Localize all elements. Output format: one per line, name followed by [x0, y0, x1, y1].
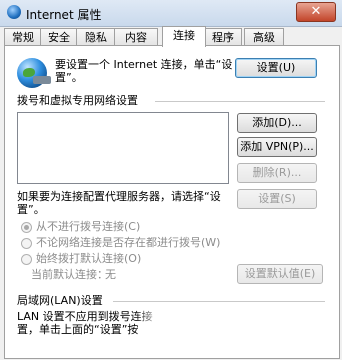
radio-dial-when-none[interactable]: [21, 238, 32, 249]
proxy-settings-button[interactable]: 设置(S): [237, 189, 317, 209]
window-title: Internet 属性: [26, 8, 102, 22]
tab-privacy[interactable]: 隐私: [76, 28, 116, 46]
internet-options-icon: [7, 5, 21, 19]
setup-text-line1: 要设置一个 Internet 连接，单击“设: [55, 58, 233, 71]
lan-text-line1: LAN 设置不应用到拨号连接: [17, 310, 153, 323]
proxy-text-line1: 如果要为连接配置代理服务器，请选择“设: [17, 190, 221, 203]
tab-security[interactable]: 安全: [40, 28, 78, 46]
lan-text-line2: 置，单击上面的“设置”按: [17, 323, 139, 336]
radio-dial-when-none-label: 不论网络连接是否存在都进行拨号(W): [36, 236, 221, 249]
tab-connections[interactable]: 连接: [162, 26, 206, 47]
tab-content[interactable]: 内容: [114, 28, 158, 46]
current-default-value: 无: [105, 268, 116, 281]
proxy-text-line2: 置”。: [17, 203, 45, 216]
radio-always-dial-label: 始终拨打默认连接(O): [36, 252, 142, 265]
set-default-button[interactable]: 设置默认值(E): [237, 264, 323, 284]
dialup-section-title: 拨号和虚拟专用网络设置: [17, 94, 138, 107]
radio-always-dial[interactable]: [21, 254, 32, 265]
radio-never-dial-label: 从不进行拨号连接(C): [36, 220, 141, 233]
network-cable-icon: [33, 76, 51, 84]
lan-divider: [113, 301, 325, 302]
tab-programs[interactable]: 程序: [204, 28, 242, 46]
fade-overlay: [135, 304, 205, 338]
connections-list[interactable]: [17, 112, 229, 184]
setup-button[interactable]: 设置(U): [235, 58, 317, 78]
title-bar: Internet 属性 ✕: [0, 0, 342, 27]
tab-general[interactable]: 常规: [4, 28, 42, 46]
tab-advanced[interactable]: 高级: [244, 28, 284, 46]
close-button[interactable]: ✕: [296, 2, 336, 22]
lan-section-title: 局域网(LAN)设置: [17, 294, 103, 307]
current-default-label: 当前默认连接：: [31, 268, 108, 281]
radio-never-dial[interactable]: [21, 222, 32, 233]
add-button[interactable]: 添加(D)...: [237, 113, 317, 133]
dialup-divider: [155, 101, 325, 102]
connections-panel: 要设置一个 Internet 连接，单击“设 置”。 设置(U) 拨号和虚拟专用…: [4, 45, 340, 359]
setup-text-line2: 置”。: [55, 71, 83, 84]
delete-button[interactable]: 删除(R)...: [237, 163, 317, 183]
add-vpn-button[interactable]: 添加 VPN(P)...: [237, 137, 317, 157]
